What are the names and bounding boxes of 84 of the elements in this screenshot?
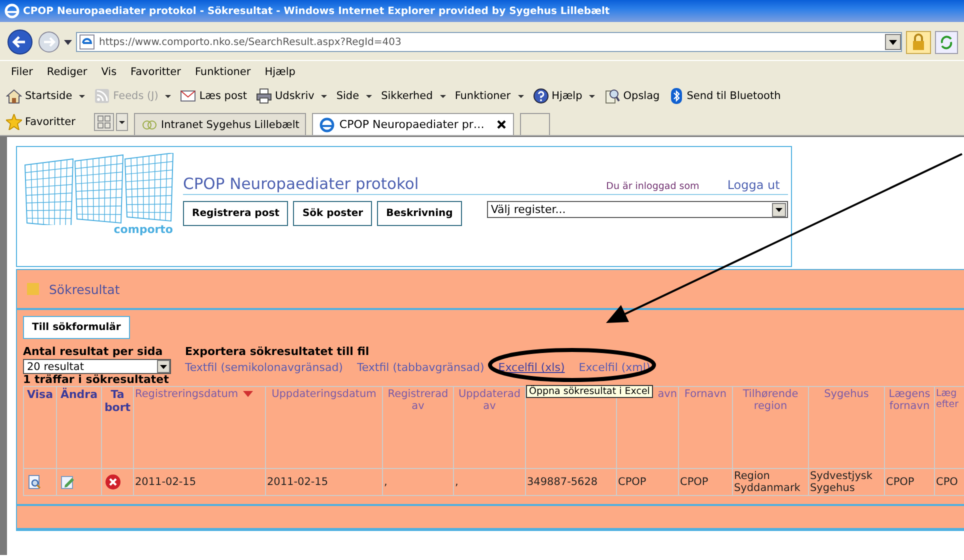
table-cell: CPOP bbox=[884, 468, 934, 496]
table-cell: 2011-02-15 bbox=[266, 468, 382, 496]
menu-item[interactable]: Rediger bbox=[40, 66, 94, 78]
delete-icon[interactable] bbox=[105, 474, 121, 490]
forward-icon bbox=[38, 31, 60, 53]
login-status: Du är inloggad som bbox=[606, 181, 700, 192]
column-header[interactable]: Ändra bbox=[56, 386, 102, 468]
browser-icon bbox=[319, 116, 336, 132]
export-link[interactable]: Excelfil (xls) bbox=[498, 361, 565, 374]
dropdown-icon bbox=[772, 202, 786, 216]
close-icon bbox=[496, 119, 508, 130]
dropdown-icon bbox=[116, 113, 128, 131]
toolbar-button[interactable]: Send til Bluetooth bbox=[668, 88, 781, 104]
edit-icon[interactable] bbox=[61, 475, 75, 489]
toolbar-button[interactable]: Hjælp bbox=[532, 88, 596, 104]
quick-tabs-icon bbox=[94, 113, 114, 131]
logo-text: comporto bbox=[114, 223, 173, 236]
result-count: 1 träffar i sökresultatet bbox=[23, 373, 169, 386]
dropdown-icon bbox=[157, 360, 170, 373]
page-title: CPOP Neuropaediater protokol bbox=[183, 175, 420, 193]
menu-item[interactable]: Favoritter bbox=[124, 66, 188, 78]
browser-tab[interactable]: CPOP Neuropaediater pr… bbox=[312, 113, 514, 135]
magnifier-book-icon bbox=[604, 88, 620, 104]
padlock-icon bbox=[906, 30, 931, 54]
table-cell: , bbox=[382, 468, 454, 496]
nav-button[interactable]: Beskrivning bbox=[377, 201, 462, 226]
grid-logo-icon bbox=[23, 153, 175, 225]
square-icon bbox=[27, 283, 39, 295]
table-cell: , bbox=[454, 468, 526, 496]
caret-icon bbox=[165, 94, 172, 98]
nav-button[interactable]: Sök poster bbox=[293, 201, 372, 226]
caret-icon bbox=[64, 40, 72, 44]
export-label: Exportera sökresultatet till fil bbox=[185, 345, 370, 358]
bluetooth-icon bbox=[668, 88, 684, 104]
toolbar-button[interactable]: Funktioner bbox=[454, 90, 524, 102]
sort-arrow-icon bbox=[243, 391, 254, 397]
logout-link[interactable]: Logga ut bbox=[727, 178, 780, 192]
nav-button[interactable]: Registrera post bbox=[183, 201, 288, 226]
caret-icon bbox=[79, 94, 86, 98]
browser-icon bbox=[4, 3, 20, 19]
panel-heading: Sökresultat bbox=[49, 282, 120, 296]
printer-icon bbox=[256, 88, 272, 104]
feed-icon bbox=[94, 88, 110, 104]
menu-item[interactable]: Vis bbox=[94, 66, 124, 78]
address-field[interactable]: https://www.comporto.nko.se/SearchResult.aspx?RegId=403 bbox=[76, 32, 902, 52]
caret-icon bbox=[440, 94, 446, 98]
table-cell: Sydvestjysk Sygehus bbox=[808, 468, 884, 496]
caret-icon bbox=[366, 94, 372, 98]
table-cell: 2011-02-15 bbox=[134, 468, 266, 496]
register-select[interactable]: Välj register... bbox=[486, 201, 788, 218]
toolbar-button[interactable]: Opslag bbox=[604, 88, 660, 104]
toolbar-button[interactable]: Startside bbox=[6, 88, 86, 104]
browser-tab[interactable]: Intranet Sygehus Lillebælt bbox=[134, 113, 306, 135]
table-cell: 349887-5628 bbox=[526, 468, 616, 496]
toolbar-button[interactable]: Sikkerhed bbox=[381, 90, 446, 102]
per-page-label: Antal resultat per sida bbox=[23, 345, 164, 358]
menu-item[interactable]: Hjælp bbox=[258, 66, 302, 78]
caret-icon bbox=[589, 94, 596, 98]
favorites-button[interactable]: Favoritter bbox=[6, 114, 88, 130]
star-icon bbox=[6, 114, 22, 130]
menu-item[interactable]: Funktioner bbox=[188, 66, 258, 78]
help-icon bbox=[532, 88, 549, 104]
table-cell: CPOP bbox=[678, 468, 732, 496]
table-cell: CPOP bbox=[616, 468, 678, 496]
toolbar-button[interactable]: Side bbox=[336, 90, 372, 102]
view-icon[interactable] bbox=[28, 475, 41, 489]
refresh-icon bbox=[935, 30, 958, 54]
window-title: CPOP Neuropaediater protokol - Sökresultat - Windows Internet Explorer provided by Sygehus Lillebælt bbox=[23, 6, 610, 16]
dropdown-icon bbox=[885, 34, 901, 50]
home-icon bbox=[6, 88, 22, 104]
envelope-icon bbox=[180, 88, 196, 104]
tooltip: Öppna sökresultat i Excel bbox=[526, 385, 653, 398]
page-icon bbox=[79, 34, 95, 50]
column-header[interactable]: Ta bort bbox=[102, 386, 134, 468]
per-page-select[interactable]: 20 resultat bbox=[23, 359, 171, 374]
menu-item[interactable]: Filer bbox=[4, 66, 40, 78]
toolbar-button[interactable]: Udskriv bbox=[256, 88, 328, 104]
toolbar-button[interactable]: Læs post bbox=[180, 88, 247, 104]
caret-icon bbox=[518, 94, 524, 98]
caret-icon bbox=[321, 94, 328, 98]
back-to-search-button[interactable]: Till sökformulär bbox=[23, 316, 130, 339]
column-header[interactable]: Visa bbox=[24, 386, 56, 468]
back-icon bbox=[6, 28, 34, 56]
table-cell: Region Syddanmark bbox=[732, 468, 808, 496]
